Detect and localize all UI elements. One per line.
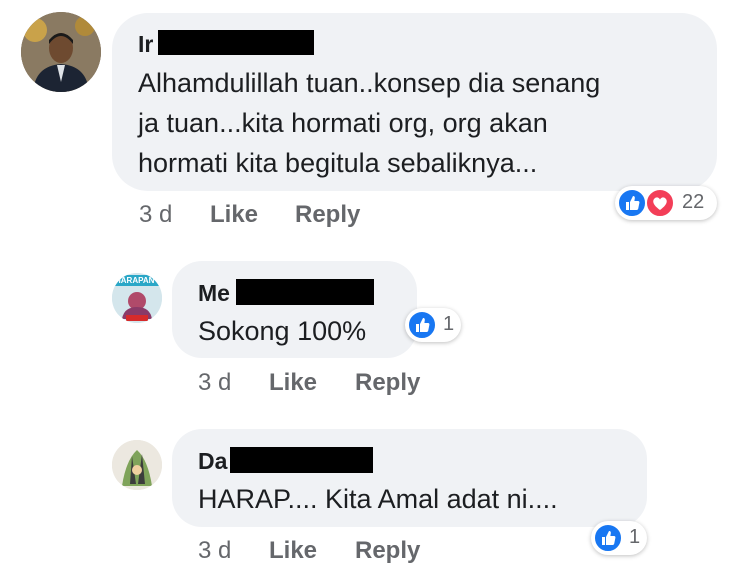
thumbs-up-icon	[617, 188, 647, 218]
reaction-summary[interactable]: 1	[405, 308, 461, 342]
like-link[interactable]: Like	[269, 537, 317, 565]
comment-text-line: hormati kita begitula sebaliknya...	[138, 148, 538, 178]
thumbs-up-icon	[593, 523, 623, 553]
commenter-name[interactable]: Da	[198, 449, 227, 473]
reaction-count: 22	[682, 191, 705, 213]
timestamp[interactable]: 3 d	[139, 201, 172, 229]
comment-text-line: ja tuan...kita hormati org, org akan	[138, 108, 548, 138]
reply-link[interactable]: Reply	[355, 537, 420, 565]
timestamp[interactable]: 3 d	[198, 537, 231, 565]
reaction-count: 1	[629, 526, 641, 548]
commenter-name[interactable]: Ir	[138, 32, 153, 56]
comment-text-line: Sokong 100%	[198, 316, 367, 346]
thumbs-up-icon	[407, 310, 437, 340]
avatar-label: HARAPAN	[115, 276, 155, 285]
reaction-count: 1	[443, 313, 455, 335]
name-redaction	[230, 447, 373, 473]
comment-text-line: HARAP.... Kita Amal adat ni....	[198, 484, 558, 514]
name-redaction	[158, 30, 314, 55]
name-redaction	[236, 279, 374, 305]
avatar[interactable]	[112, 440, 162, 490]
comment-text-line: Alhamdulillah tuan..konsep dia senang	[138, 68, 601, 98]
like-link[interactable]: Like	[210, 201, 258, 229]
like-link[interactable]: Like	[269, 369, 317, 397]
reply-link[interactable]: Reply	[295, 201, 360, 229]
reaction-summary[interactable]: 22	[615, 186, 717, 220]
timestamp[interactable]: 3 d	[198, 369, 231, 397]
profile-photo	[21, 12, 101, 92]
heart-icon	[645, 188, 675, 218]
reaction-summary[interactable]: 1	[591, 521, 647, 555]
reply-link[interactable]: Reply	[355, 369, 420, 397]
avatar[interactable]	[21, 12, 101, 92]
avatar[interactable]: HARAPAN	[112, 273, 162, 323]
commenter-name[interactable]: Me	[198, 281, 230, 305]
profile-photo	[112, 440, 162, 490]
